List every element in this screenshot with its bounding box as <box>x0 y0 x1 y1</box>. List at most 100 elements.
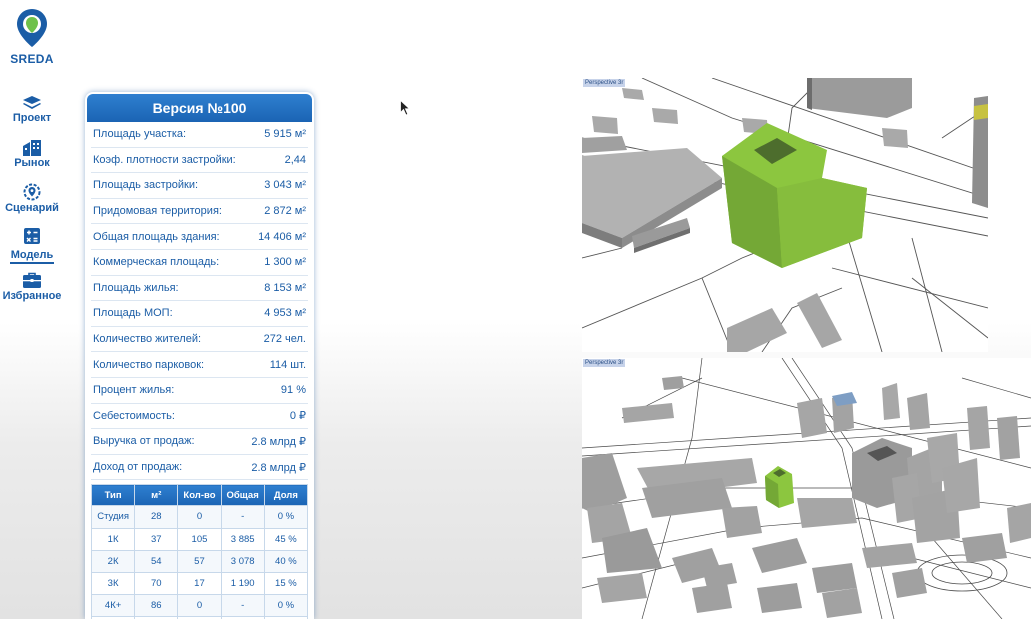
sidebar-item-model[interactable]: Модель <box>0 227 64 264</box>
table-header-cell: Доля <box>263 484 309 507</box>
metric-row: Общая площадь здания: 14 406 м² <box>91 224 308 250</box>
table-cell: 3 078 <box>220 549 265 573</box>
unit-table: Тип м² Кол-во Общая Доля Студия 28 0-0 % 1К 37 10… <box>90 484 309 619</box>
metric-value: 3 043 м² <box>264 179 306 192</box>
sidebar-item-label: Проект <box>12 112 52 124</box>
table-row: Студия 28 0-0 % <box>90 505 309 529</box>
metric-row: Себестоимость: 0 ₽ <box>91 404 308 430</box>
sidebar: SREDA Проект Рынок Сценарий Модель Избра… <box>0 0 64 619</box>
sidebar-item-favorites[interactable]: Избранное <box>0 272 64 302</box>
sidebar-item-label: Рынок <box>14 157 50 169</box>
model-panel: Версия №100 Площадь участка: 5 915 м² Коэф… <box>85 92 314 619</box>
metric-label: Площадь участка: <box>93 128 187 141</box>
mouse-cursor-icon <box>400 100 410 116</box>
sidebar-item-label: Избранное <box>2 290 62 302</box>
view-label: Perspective 3r <box>583 359 626 367</box>
metric-row: Количество жителей: 272 чел. <box>91 327 308 353</box>
table-row: 4К+ 86 0-0 % <box>90 594 309 618</box>
logo-text: SREDA <box>10 52 54 66</box>
metric-label: Доход от продаж: <box>93 461 183 474</box>
sidebar-item-label: Сценарий <box>5 202 59 214</box>
metrics-list: Площадь участка: 5 915 м² Коэф. плотности … <box>91 122 308 481</box>
sidebar-item-market[interactable]: Рынок <box>0 139 64 169</box>
metric-row: Коэф. плотности застройки: 2,44 <box>91 148 308 174</box>
metric-row: Площадь МОП: 4 953 м² <box>91 301 308 327</box>
panel-title: Версия №100 <box>87 94 312 122</box>
table-header-row: Тип м² Кол-во Общая Доля <box>90 484 309 507</box>
metric-row: Придомовая территория: 2 872 м² <box>91 199 308 225</box>
metric-label: Коммерческая площадь: <box>93 256 220 269</box>
metric-label: Общая площадь здания: <box>93 230 220 243</box>
metric-label: Придомовая территория: <box>93 205 222 218</box>
table-row: 2К 54 57 3 078 40 % <box>90 549 309 573</box>
3d-view-bottom[interactable]: Perspective 3r <box>582 358 1031 619</box>
metric-value: 14 406 м² <box>258 230 306 243</box>
metric-row: Площадь участка: 5 915 м² <box>91 122 308 148</box>
table-header-cell: Общая <box>220 484 265 507</box>
3d-view-top[interactable]: Perspective 3r <box>582 78 988 352</box>
metric-value: 2 872 м² <box>264 205 306 218</box>
table-cell: 86 <box>134 594 179 618</box>
3d-scene-top <box>582 78 988 352</box>
metric-label: Количество жителей: <box>93 333 202 346</box>
metric-value: 0 ₽ <box>289 410 306 423</box>
metric-row: Процент жилья: 91 % <box>91 378 308 404</box>
table-header-cell: Тип <box>90 484 136 507</box>
table-cell: 2К <box>90 549 136 573</box>
table-cell: - <box>220 505 265 529</box>
table-cell: 3 885 <box>220 527 265 551</box>
table-cell: 40 % <box>263 549 309 573</box>
calculator-icon <box>24 228 40 244</box>
table-cell: 105 <box>177 527 222 551</box>
sidebar-item-scenario[interactable]: Сценарий <box>0 183 64 214</box>
table-cell: 70 <box>134 571 179 596</box>
metric-label: Площадь застройки: <box>93 179 199 192</box>
metric-label: Площадь жилья: <box>93 281 179 294</box>
briefcase-icon <box>23 272 41 288</box>
sidebar-item-project[interactable]: Проект <box>0 95 64 124</box>
metric-value: 8 153 м² <box>264 281 306 294</box>
metric-row: Площадь застройки: 3 043 м² <box>91 173 308 199</box>
table-cell: 1К <box>90 527 136 551</box>
metric-value: 2.8 млрд ₽ <box>251 461 306 474</box>
table-cell: 0 <box>177 594 222 618</box>
table-header-cell: Кол-во <box>177 484 222 507</box>
layers-icon <box>23 96 41 109</box>
table-cell: 1 190 <box>220 571 265 596</box>
3d-scene-bottom <box>582 358 1031 619</box>
table-cell: - <box>220 594 265 618</box>
logo[interactable]: SREDA <box>10 8 54 66</box>
metric-row: Выручка от продаж: 2.8 млрд ₽ <box>91 429 308 455</box>
table-cell: Студия <box>90 505 136 529</box>
table-row: 1К 37 105 3 885 45 % <box>90 527 309 551</box>
location-gear-icon <box>23 183 41 201</box>
sidebar-item-label: Модель <box>9 249 55 264</box>
table-row: 3К 70 17 1 190 15 % <box>90 571 309 596</box>
table-cell: 0 % <box>263 505 309 529</box>
table-cell: 45 % <box>263 527 309 551</box>
location-pin-icon <box>17 9 47 47</box>
table-cell: 3К <box>90 571 136 596</box>
metric-label: Процент жилья: <box>93 384 175 397</box>
metric-value: 1 300 м² <box>264 256 306 269</box>
table-cell: 4К+ <box>90 594 136 618</box>
table-cell: 37 <box>134 527 179 551</box>
metric-label: Площадь МОП: <box>93 307 173 320</box>
metric-label: Себестоимость: <box>93 409 175 422</box>
metric-label: Количество парковок: <box>93 358 205 371</box>
metric-row: Доход от продаж: 2.8 млрд ₽ <box>91 455 308 481</box>
table-cell: 15 % <box>263 571 309 596</box>
table-cell: 57 <box>177 549 222 573</box>
table-cell: 0 % <box>263 594 309 618</box>
view-label: Perspective 3r <box>583 79 626 87</box>
metric-label: Коэф. плотности застройки: <box>93 153 236 166</box>
metric-value: 5 915 м² <box>264 128 306 141</box>
table-cell: 28 <box>134 505 179 529</box>
metric-value: 272 чел. <box>263 333 306 346</box>
metric-value: 91 % <box>280 384 306 397</box>
metric-row: Количество парковок: 114 шт. <box>91 352 308 378</box>
metric-value: 2,44 <box>284 153 306 166</box>
table-cell: 0 <box>177 505 222 529</box>
metric-value: 114 шт. <box>269 358 306 371</box>
metric-row: Коммерческая площадь: 1 300 м² <box>91 250 308 276</box>
